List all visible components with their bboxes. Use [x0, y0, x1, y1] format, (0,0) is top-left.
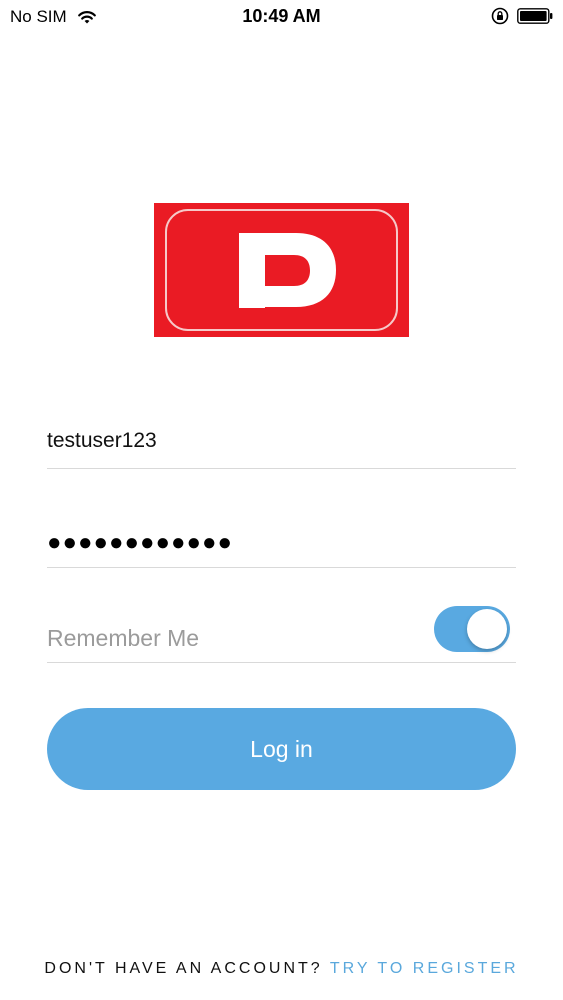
password-input-value[interactable]: ●●●●●●●●●●●●: [47, 529, 233, 557]
username-field[interactable]: testuser123: [47, 420, 516, 469]
remember-me-toggle[interactable]: [434, 606, 510, 652]
app-logo: [154, 203, 409, 337]
login-button[interactable]: Log in: [47, 708, 516, 790]
toggle-knob: [467, 609, 507, 649]
register-prompt: DON'T HAVE AN ACCOUNT? TRY TO REGISTER: [0, 960, 563, 978]
rotation-lock-icon: [491, 7, 509, 25]
password-field[interactable]: ●●●●●●●●●●●●: [47, 520, 516, 568]
clock: 10:49 AM: [242, 6, 321, 26]
no-account-text: DON'T HAVE AN ACCOUNT?: [44, 960, 323, 977]
battery-icon: [517, 8, 553, 24]
username-input-value[interactable]: testuser123: [47, 429, 157, 453]
register-link[interactable]: TRY TO REGISTER: [330, 960, 519, 977]
remember-me-label: Remember Me: [47, 625, 200, 651]
status-bar: No SIM 10:49 AM: [0, 0, 563, 34]
status-icons: [491, 7, 553, 25]
remember-me-row: Remember Me: [47, 606, 516, 663]
